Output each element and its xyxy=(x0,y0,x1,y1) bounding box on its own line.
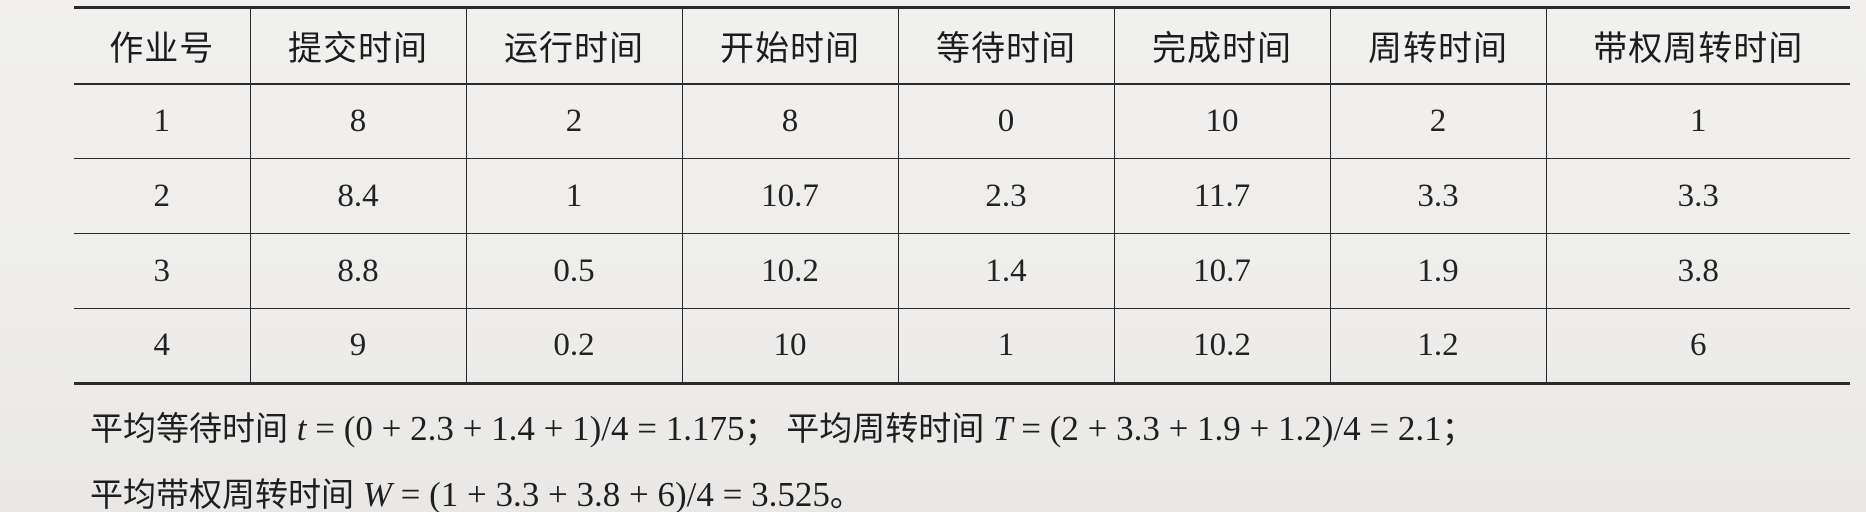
cell-start-time: 10.7 xyxy=(681,158,898,234)
cell-wait-time: 0 xyxy=(897,83,1114,159)
table-row: 1 8 2 8 0 10 2 1 xyxy=(74,83,1850,159)
header-start-time: 开始时间 xyxy=(681,7,898,84)
cell-weighted-turnaround-time: 6 xyxy=(1545,308,1850,384)
header-job-id: 作业号 xyxy=(109,29,215,70)
avg-wait-formula: = (0 + 2.3 + 1.4 + 1)/4 = 1.175 xyxy=(306,409,745,448)
table-header-row: 作业号 提交时间 运行时间 开始时间 等待时间 完成时间 周转时间 带权周转时间 xyxy=(74,7,1850,84)
cell-wait-time: 2.3 xyxy=(897,158,1114,234)
cell-job-id: 4 xyxy=(153,327,171,363)
cell-wait-time: 1.4 xyxy=(897,233,1114,309)
avg-weighted-turnaround-formula: = (1 + 3.3 + 3.8 + 6)/4 = 3.525 xyxy=(391,475,830,512)
summary-line-weighted: 平均带权周转时间 W = (1 + 3.3 + 3.8 + 6)/4 = 3.5… xyxy=(90,468,863,512)
cell-job-id: 1 xyxy=(153,102,171,139)
table-row: 3 8.8 0.5 10.2 1.4 10.7 1.9 3.8 xyxy=(74,233,1850,309)
cell-run-time: 0.2 xyxy=(465,308,682,384)
cell-turnaround-time: 2 xyxy=(1329,83,1546,159)
cell-job-id: 2 xyxy=(153,177,171,214)
cell-start-time: 10 xyxy=(681,308,898,384)
cell-turnaround-time: 1.9 xyxy=(1329,233,1546,309)
avg-weighted-turnaround-label: 平均带权周转时间 xyxy=(90,475,354,512)
job-schedule-table: 作业号 提交时间 运行时间 开始时间 等待时间 完成时间 周转时间 带权周转时间… xyxy=(74,6,1850,385)
cell-job-id: 3 xyxy=(153,252,171,289)
cell-run-time: 0.5 xyxy=(465,233,682,309)
cell-finish-time: 10.7 xyxy=(1113,233,1330,309)
header-wait-time: 等待时间 xyxy=(897,7,1114,84)
cell-submit-time: 9 xyxy=(249,308,466,384)
avg-wait-label: 平均等待时间 xyxy=(90,409,288,448)
cell-start-time: 10.2 xyxy=(681,233,898,309)
avg-turnaround-formula: = (2 + 3.3 + 1.9 + 1.2)/4 = 2.1 xyxy=(1012,409,1442,448)
cell-weighted-turnaround-time: 3.3 xyxy=(1545,158,1850,234)
summary-line-averages: 平均等待时间 t = (0 + 2.3 + 1.4 + 1)/4 = 1.175… xyxy=(90,402,1475,450)
cell-wait-time: 1 xyxy=(897,308,1114,384)
cell-run-time: 2 xyxy=(465,83,682,159)
cell-weighted-turnaround-time: 1 xyxy=(1545,83,1850,159)
cell-turnaround-time: 1.2 xyxy=(1329,308,1546,384)
cell-turnaround-time: 3.3 xyxy=(1329,158,1546,234)
header-submit-time: 提交时间 xyxy=(249,7,466,84)
header-run-time: 运行时间 xyxy=(465,7,682,84)
sentence-end: 。 xyxy=(829,475,863,512)
cell-finish-time: 10 xyxy=(1113,83,1330,159)
cell-submit-time: 8.4 xyxy=(249,158,466,234)
document-page: 作业号 提交时间 运行时间 开始时间 等待时间 完成时间 周转时间 带权周转时间… xyxy=(0,0,1866,512)
cell-weighted-turnaround-time: 3.8 xyxy=(1545,233,1850,309)
cell-finish-time: 10.2 xyxy=(1113,308,1330,384)
cell-run-time: 1 xyxy=(465,158,682,234)
table-row: 4 9 0.2 10 1 10.2 1.2 6 xyxy=(74,308,1850,384)
separator: ； xyxy=(1441,409,1475,448)
avg-turnaround-label: 平均周转时间 xyxy=(786,409,985,448)
cell-submit-time: 8 xyxy=(249,83,466,159)
avg-turnaround-variable: T xyxy=(992,409,1013,448)
cell-submit-time: 8.8 xyxy=(249,233,466,309)
header-weighted-turnaround-time: 带权周转时间 xyxy=(1545,7,1850,84)
header-turnaround-time: 周转时间 xyxy=(1329,7,1546,84)
avg-weighted-turnaround-variable: W xyxy=(362,475,392,512)
cell-start-time: 8 xyxy=(681,83,898,159)
cell-finish-time: 11.7 xyxy=(1113,158,1330,234)
separator: ； xyxy=(744,409,778,448)
header-finish-time: 完成时间 xyxy=(1113,7,1330,84)
table-row: 2 8.4 1 10.7 2.3 11.7 3.3 3.3 xyxy=(74,158,1850,234)
